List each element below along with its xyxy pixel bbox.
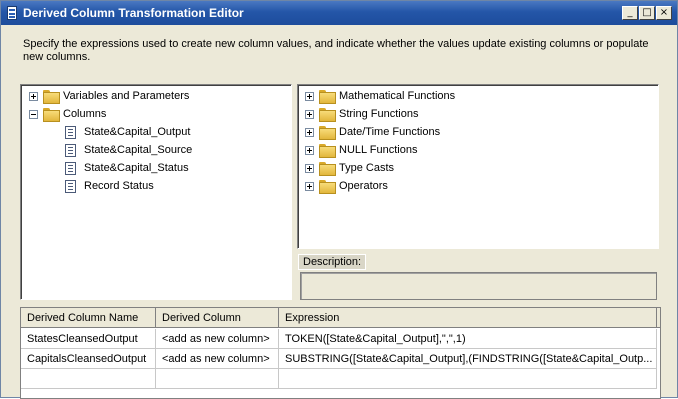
folder-icon <box>319 108 336 122</box>
tree-node-mathematical-functions[interactable]: Mathematical Functions <box>305 87 455 105</box>
expand-icon[interactable] <box>305 127 314 137</box>
tree-label: Variables and Parameters <box>63 90 190 102</box>
cell-new-row[interactable] <box>21 369 156 389</box>
expand-icon[interactable] <box>305 109 314 119</box>
functions-tree-panel[interactable]: Mathematical Functions String Functions … <box>297 84 659 249</box>
expand-icon[interactable] <box>305 181 314 191</box>
tree-label: State&Capital_Output <box>84 126 191 138</box>
folder-icon <box>319 180 336 194</box>
tree-label: Type Casts <box>339 162 395 174</box>
tree-node-type-casts[interactable]: Type Casts <box>305 159 394 177</box>
folder-icon <box>319 144 336 158</box>
tree-label: Operators <box>339 180 388 192</box>
tree-column-item[interactable]: State&Capital_Source <box>65 141 192 159</box>
cell-derived-column[interactable]: <add as new column> <box>156 349 279 369</box>
minimize-button[interactable]: _ <box>622 6 638 20</box>
folder-icon <box>319 90 336 104</box>
folder-icon <box>43 108 60 122</box>
column-icon <box>65 143 76 157</box>
cell-column-name[interactable]: CapitalsCleansedOutput <box>21 349 156 369</box>
cell-column-name[interactable]: StatesCleansedOutput <box>21 329 156 349</box>
tree-node-string-functions[interactable]: String Functions <box>305 105 418 123</box>
tree-label: Record Status <box>84 180 154 192</box>
maximize-button[interactable]: □ <box>639 6 655 20</box>
editor-window: Derived Column Transformation Editor _ □… <box>0 0 678 399</box>
header-derived-column-name[interactable]: Derived Column Name <box>21 308 156 328</box>
tree-column-item[interactable]: State&Capital_Status <box>65 159 189 177</box>
description-label: Description: <box>298 254 367 270</box>
description-box <box>300 272 657 300</box>
expand-icon[interactable] <box>29 91 38 101</box>
cell-expression[interactable]: SUBSTRING([State&Capital_Output],(FINDST… <box>279 349 657 369</box>
header-derived-column[interactable]: Derived Column <box>156 308 279 328</box>
title-bar[interactable]: Derived Column Transformation Editor _ □… <box>1 1 677 25</box>
cell-new-row[interactable] <box>156 369 279 389</box>
tree-label: String Functions <box>339 108 419 120</box>
expand-icon[interactable] <box>305 163 314 173</box>
header-expression[interactable]: Expression <box>279 308 657 328</box>
cell-derived-column[interactable]: <add as new column> <box>156 329 279 349</box>
header-filler <box>657 308 660 328</box>
tree-node-null-functions[interactable]: NULL Functions <box>305 141 417 159</box>
cell-expression[interactable]: TOKEN([State&Capital_Output],",",1) <box>279 329 657 349</box>
app-icon <box>7 6 17 20</box>
instructions-text: Specify the expressions used to create n… <box>23 38 649 63</box>
folder-icon <box>43 90 60 104</box>
column-icon <box>65 161 76 175</box>
tree-label: NULL Functions <box>339 144 418 156</box>
expand-icon[interactable] <box>305 145 314 155</box>
column-icon <box>65 179 76 193</box>
tree-label: Columns <box>63 108 107 120</box>
tree-node-operators[interactable]: Operators <box>305 177 388 195</box>
expand-icon[interactable] <box>305 91 314 101</box>
column-icon <box>65 125 76 139</box>
close-button[interactable]: × <box>656 6 672 20</box>
tree-column-item[interactable]: State&Capital_Output <box>65 123 190 141</box>
cell-new-row[interactable] <box>279 369 657 389</box>
derived-columns-grid[interactable]: Derived Column Name Derived Column Expre… <box>20 307 661 399</box>
tree-label: State&Capital_Status <box>84 162 189 174</box>
tree-label: Mathematical Functions <box>339 90 456 102</box>
tree-node-datetime-functions[interactable]: Date/Time Functions <box>305 123 440 141</box>
tree-node-columns[interactable]: Columns <box>29 105 106 123</box>
folder-icon <box>319 126 336 140</box>
folder-icon <box>319 162 336 176</box>
columns-tree-panel[interactable]: Variables and Parameters Columns State&C… <box>20 84 292 300</box>
window-title: Derived Column Transformation Editor <box>23 6 244 20</box>
collapse-icon[interactable] <box>29 109 38 119</box>
tree-label: Date/Time Functions <box>339 126 441 138</box>
tree-label: State&Capital_Source <box>84 144 193 156</box>
tree-node-variables[interactable]: Variables and Parameters <box>29 87 189 105</box>
tree-column-item[interactable]: Record Status <box>65 177 154 195</box>
